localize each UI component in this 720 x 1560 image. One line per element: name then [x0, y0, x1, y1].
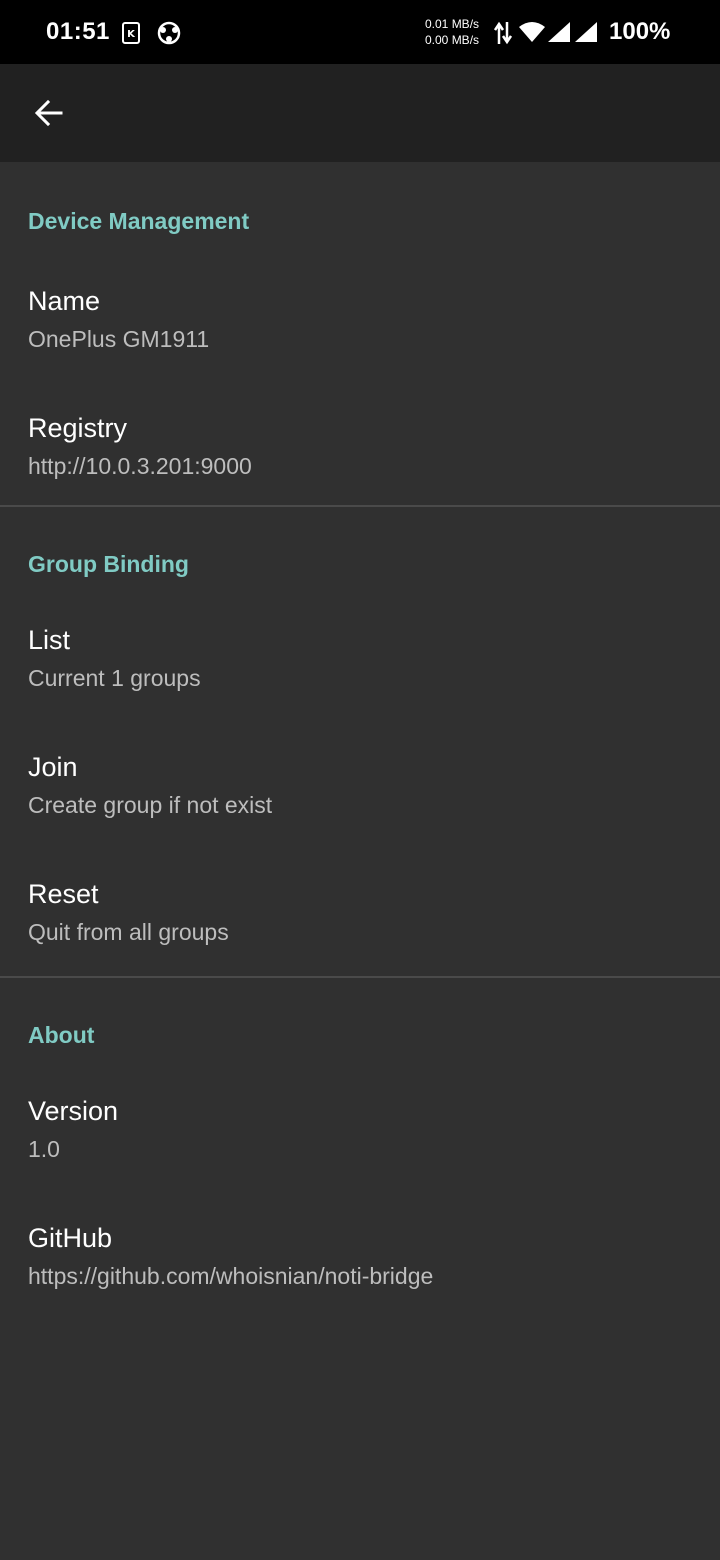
battery-level: 100% — [609, 18, 671, 45]
status-bar: 01:51 K 0.01 MB/s 0.00 MB/s 100% — [0, 0, 720, 64]
pref-summary: Create group if not exist — [28, 792, 273, 818]
wifi-icon — [519, 22, 545, 42]
pref-item-name[interactable]: Name OnePlus GM1911 — [0, 282, 720, 409]
pref-item-reset[interactable]: Reset Quit from all groups — [0, 875, 720, 1002]
svg-text:K: K — [127, 29, 136, 40]
net-upload-speed: 0.01 MB/s — [425, 17, 480, 31]
pref-summary: Quit from all groups — [28, 919, 229, 945]
net-download-speed: 0.00 MB/s — [425, 33, 480, 47]
pref-summary: 1.0 — [28, 1136, 60, 1162]
pref-summary: Current 1 groups — [28, 665, 201, 691]
sim-card-icon: K — [122, 22, 140, 44]
back-button[interactable] — [20, 84, 78, 142]
signal-icon — [575, 22, 597, 42]
data-arrows-icon — [494, 21, 512, 45]
section-device-management: Device Management Name OnePlus GM1911 Re… — [0, 162, 720, 507]
pref-item-list[interactable]: List Current 1 groups — [0, 621, 720, 748]
pref-title: GitHub — [28, 1223, 113, 1253]
pref-title: Join — [28, 752, 78, 782]
settings-list: Device Management Name OnePlus GM1911 Re… — [0, 162, 720, 1346]
arrow-back-icon — [34, 99, 63, 127]
pref-title: Name — [28, 286, 101, 316]
app-bar — [0, 64, 720, 162]
network-speed: 0.01 MB/s 0.00 MB/s — [425, 16, 479, 48]
pref-item-join[interactable]: Join Create group if not exist — [0, 748, 720, 875]
pref-title: List — [28, 625, 71, 655]
pref-item-github[interactable]: GitHub https://github.com/whoisnian/noti… — [0, 1219, 720, 1346]
section-header: Device Management — [28, 208, 250, 234]
section-group-binding: Group Binding List Current 1 groups Join… — [0, 507, 720, 978]
signal-icon — [548, 22, 570, 42]
pref-summary: http://10.0.3.201:9000 — [28, 453, 252, 479]
pref-item-registry[interactable]: Registry http://10.0.3.201:9000 — [0, 409, 720, 536]
vpn-icon — [157, 21, 181, 45]
pref-title: Registry — [28, 413, 128, 443]
pref-title: Version — [28, 1096, 119, 1126]
pref-title: Reset — [28, 879, 99, 909]
section-about: About Version 1.0 GitHub https://github.… — [0, 978, 720, 1346]
pref-summary: https://github.com/whoisnian/noti-bridge — [28, 1263, 434, 1289]
pref-item-version[interactable]: Version 1.0 — [0, 1092, 720, 1219]
status-time: 01:51 — [46, 18, 110, 45]
pref-summary: OnePlus GM1911 — [28, 326, 210, 352]
